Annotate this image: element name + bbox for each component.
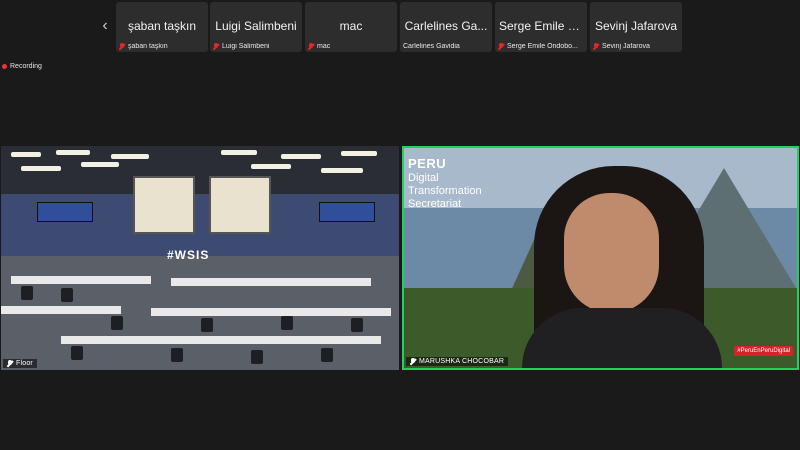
- mic-muted-icon: [410, 358, 416, 365]
- video-name-label: MARUSHKA CHOCOBAR: [406, 357, 509, 366]
- participant-tile[interactable]: Serge Emile O... Serge Emile Ondobo...: [495, 2, 587, 52]
- background-subtitle: Transformation: [408, 184, 482, 197]
- speaker-body: [522, 308, 722, 368]
- projection-screen: [133, 176, 195, 234]
- recording-label: Recording: [10, 63, 42, 70]
- participant-label: mac: [317, 43, 331, 50]
- participant-name: Carlelines Ga...: [404, 19, 488, 33]
- virtual-background-text: PERU Digital Transformation Secretariat: [408, 156, 482, 211]
- participant-name: Serge Emile O...: [499, 19, 583, 33]
- mic-muted-icon: [593, 43, 599, 50]
- recording-dot-icon: [2, 64, 7, 69]
- mic-muted-icon: [308, 43, 314, 50]
- participant-name: mac: [339, 19, 363, 33]
- speaker-face: [564, 193, 659, 313]
- participant-name: şaban taşkın: [127, 19, 197, 33]
- video-tile-floor[interactable]: #WSIS Floor: [1, 146, 399, 370]
- participant-label: Sevinj Jafarova: [602, 43, 650, 50]
- chevron-left-icon[interactable]: ‹: [96, 14, 114, 38]
- background-subtitle: Digital: [408, 171, 439, 184]
- participant-label: Serge Emile Ondobo...: [507, 43, 578, 50]
- recording-indicator: Recording: [2, 63, 42, 70]
- side-screen: [319, 202, 375, 222]
- background-title: PERU: [408, 156, 447, 171]
- hashtag-badge: #PeruEnPeruDigital: [734, 346, 793, 356]
- video-tile-active-speaker[interactable]: PERU Digital Transformation Secretariat …: [402, 146, 799, 370]
- background-subtitle: Secretariat: [408, 197, 462, 210]
- participant-tile[interactable]: mac mac: [305, 2, 397, 52]
- participant-label: şaban taşkın: [128, 43, 168, 50]
- participant-tile[interactable]: Carlelines Ga... Carlelines Gavidia: [400, 2, 492, 52]
- video-name: Floor: [16, 360, 33, 367]
- wsis-backdrop-text: #WSIS: [167, 248, 210, 262]
- participant-strip: ‹ şaban taşkın şaban taşkın Luigi Salimb…: [0, 0, 800, 56]
- side-screen: [37, 202, 93, 222]
- participant-name: Luigi Salimbeni: [215, 19, 297, 33]
- participant-label: Carlelines Gavidia: [403, 43, 460, 50]
- participant-tile[interactable]: Sevinj Jafarova Sevinj Jafarova: [590, 2, 682, 52]
- projection-screen: [209, 176, 271, 234]
- mic-muted-icon: [7, 360, 13, 367]
- participant-tile[interactable]: şaban taşkın şaban taşkın: [116, 2, 208, 52]
- video-name: MARUSHKA CHOCOBAR: [419, 358, 505, 365]
- video-name-label: Floor: [3, 359, 37, 368]
- mic-muted-icon: [498, 43, 504, 50]
- mic-muted-icon: [213, 43, 219, 50]
- mic-muted-icon: [119, 43, 125, 50]
- room-floor: [1, 256, 399, 370]
- participant-label: Luigi Salimbeni: [222, 43, 270, 50]
- participant-name: Sevinj Jafarova: [594, 19, 678, 33]
- participant-tile[interactable]: Luigi Salimbeni Luigi Salimbeni: [210, 2, 302, 52]
